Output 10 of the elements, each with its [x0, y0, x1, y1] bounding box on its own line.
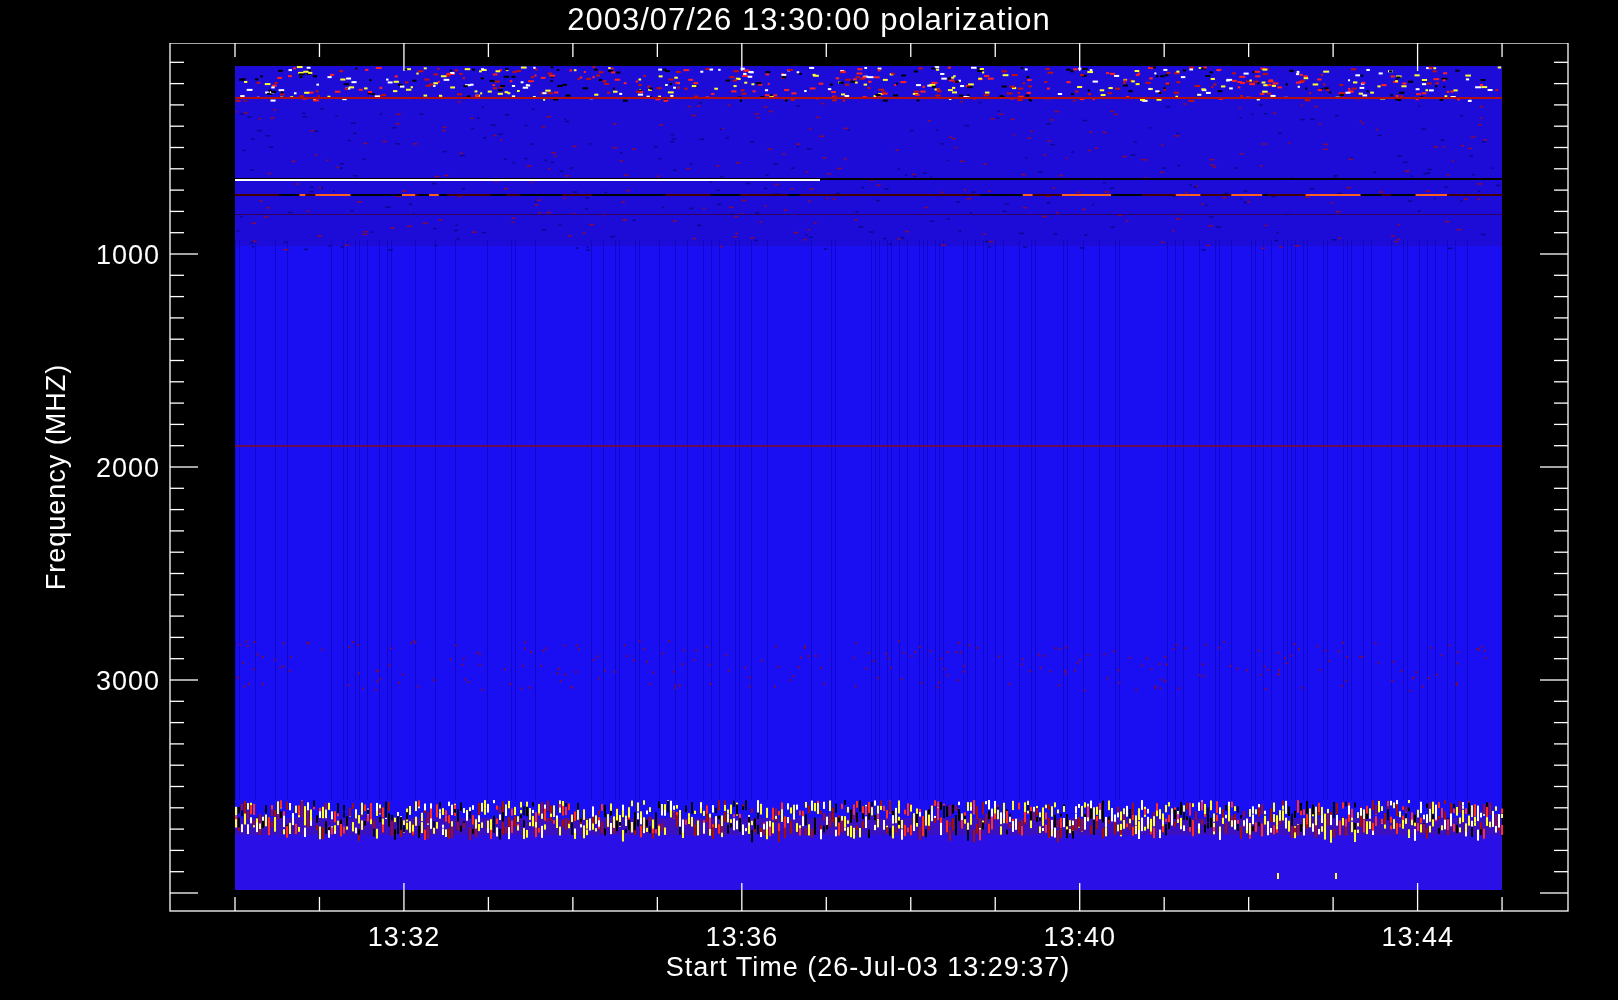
- axis-label: Start Time (26-Jul-03 13:29:37): [665, 952, 1071, 982]
- tick-label: 3000: [95, 666, 160, 696]
- axis-label: Frequency (MHZ): [41, 363, 71, 591]
- tick-label: 13:36: [705, 922, 779, 952]
- tick-label: 1000: [95, 240, 160, 270]
- tick-label: 2000: [95, 453, 160, 483]
- tick-label: 13:32: [367, 922, 441, 952]
- plot-title: 2003/07/26 13:30:00 polarization: [567, 1, 1051, 39]
- tick-label: 13:44: [1381, 922, 1454, 952]
- tick-label: 13:40: [1043, 922, 1117, 952]
